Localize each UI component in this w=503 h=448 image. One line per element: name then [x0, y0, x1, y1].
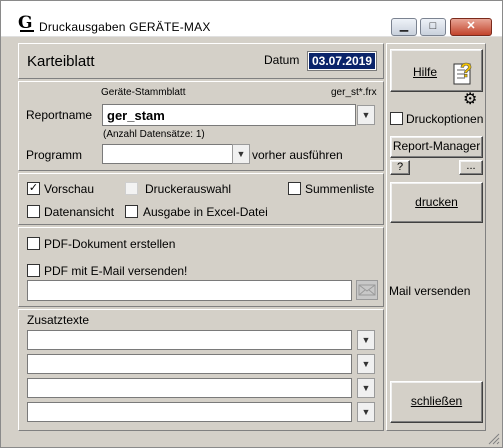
close-window-button[interactable]: ✕	[450, 18, 492, 36]
report-caption: Geräte-Stammblatt	[101, 87, 186, 98]
title-bar: G Druckausgaben GERÄTE-MAX ▁ □ ✕	[1, 1, 502, 37]
excel-output-checkbox[interactable]	[125, 205, 138, 218]
report-manager-button[interactable]: Report-Manager	[390, 136, 483, 158]
preview-label: Vorschau	[44, 182, 95, 196]
printer-select-label: Druckerauswahl	[145, 182, 232, 196]
chevron-down-icon: ▼	[361, 110, 371, 120]
more-button[interactable]: ...	[459, 160, 483, 175]
excel-output-label: Ausgabe in Excel-Datei	[143, 205, 268, 219]
reportname-value: ger_stam	[107, 108, 165, 123]
close-label: schließen	[410, 394, 463, 408]
preview-checkbox[interactable]: ✓	[27, 182, 40, 195]
date-value: 03.07.2019	[309, 53, 375, 69]
pdf-email-label: PDF mit E-Mail versenden!	[44, 264, 188, 278]
email-pick-button[interactable]	[356, 280, 378, 300]
side-panel: Hilfe ? ⚙ Druckoptionen Report-Manager ?…	[386, 43, 486, 431]
print-label: drucken	[415, 195, 458, 209]
minimize-button[interactable]: ▁	[391, 18, 417, 36]
extra-text-field[interactable]	[27, 354, 352, 374]
mail-send-label: Mail versenden	[389, 284, 471, 298]
close-icon: ✕	[466, 20, 476, 32]
extra-text-dropdown-button[interactable]: ▼	[357, 402, 375, 422]
reportname-label: Reportname	[26, 108, 93, 122]
program-label: Programm	[26, 148, 83, 162]
maximize-button[interactable]: □	[420, 18, 446, 36]
pdf-email-checkbox[interactable]	[27, 264, 40, 277]
chevron-down-icon: ▼	[361, 407, 371, 417]
data-view-checkbox[interactable]	[27, 205, 40, 218]
email-field[interactable]	[27, 280, 352, 301]
printer-select-checkbox	[125, 182, 138, 195]
maximize-icon: □	[429, 20, 437, 32]
pdf-panel: PDF-Dokument erstellen PDF mit E-Mail ve…	[18, 227, 384, 307]
reportname-field[interactable]: ger_stam	[102, 104, 356, 126]
window-title: Druckausgaben GERÄTE-MAX	[39, 20, 211, 34]
chevron-down-icon: ▼	[361, 335, 371, 345]
extra-texts-panel: Zusatztexte ▼ ▼ ▼ ▼	[18, 309, 384, 431]
minimize-icon: ▁	[399, 20, 409, 32]
report-file-pattern: ger_st*.frx	[331, 87, 377, 98]
app-icon: G	[18, 13, 34, 33]
print-options-label: Druckoptionen	[406, 112, 484, 126]
question-icon: ?	[396, 161, 404, 173]
reportname-dropdown-button[interactable]: ▼	[357, 105, 375, 125]
close-button[interactable]: schließen	[390, 381, 483, 423]
extra-text-field[interactable]	[27, 330, 352, 350]
date-label: Datum	[264, 53, 300, 67]
chevron-down-icon: ▼	[361, 383, 371, 393]
date-field[interactable]: 03.07.2019	[307, 51, 377, 71]
help-icon: ?	[453, 60, 473, 85]
extra-text-field[interactable]	[27, 378, 352, 398]
program-suffix-label: vorher ausführen	[252, 148, 343, 162]
checkmark-icon: ✓	[28, 182, 39, 194]
program-field[interactable]	[102, 144, 233, 164]
header-panel: Karteiblatt Datum 03.07.2019	[18, 43, 384, 79]
gear-icon[interactable]: ⚙	[463, 92, 477, 108]
report-panel: Geräte-Stammblatt ger_st*.frx Reportname…	[18, 81, 384, 171]
extra-text-field[interactable]	[27, 402, 352, 422]
more-icon: ...	[466, 160, 476, 172]
totals-list-label: Summenliste	[305, 182, 375, 196]
options-panel: ✓ Vorschau Druckerauswahl Summenliste Da…	[18, 173, 384, 225]
chevron-down-icon: ▼	[361, 359, 371, 369]
pdf-create-checkbox[interactable]	[27, 237, 40, 250]
print-button[interactable]: drucken	[390, 182, 483, 223]
chevron-down-icon: ▼	[236, 149, 246, 159]
pdf-create-label: PDF-Dokument erstellen	[44, 237, 176, 251]
print-options-checkbox[interactable]	[390, 112, 403, 125]
extra-text-dropdown-button[interactable]: ▼	[357, 354, 375, 374]
data-view-label: Datenansicht	[44, 205, 115, 219]
help-button[interactable]: Hilfe ?	[390, 49, 483, 92]
extra-text-dropdown-button[interactable]: ▼	[357, 378, 375, 398]
envelope-icon	[358, 284, 376, 296]
totals-list-checkbox[interactable]	[288, 182, 301, 195]
help-label: Hilfe	[413, 65, 438, 79]
extra-texts-label: Zusatztexte	[27, 313, 90, 327]
question-button[interactable]: ?	[390, 160, 410, 175]
record-count: (Anzahl Datensätze: 1)	[103, 129, 205, 140]
resize-grip-icon[interactable]	[486, 431, 500, 445]
program-dropdown-button[interactable]: ▼	[232, 144, 250, 164]
extra-text-dropdown-button[interactable]: ▼	[357, 330, 375, 350]
page-title: Karteiblatt	[27, 53, 95, 70]
print-dialog-window: G Druckausgaben GERÄTE-MAX ▁ □ ✕ Karteib…	[0, 0, 503, 448]
svg-text:?: ?	[460, 60, 472, 82]
report-manager-label: Report-Manager	[392, 139, 481, 153]
